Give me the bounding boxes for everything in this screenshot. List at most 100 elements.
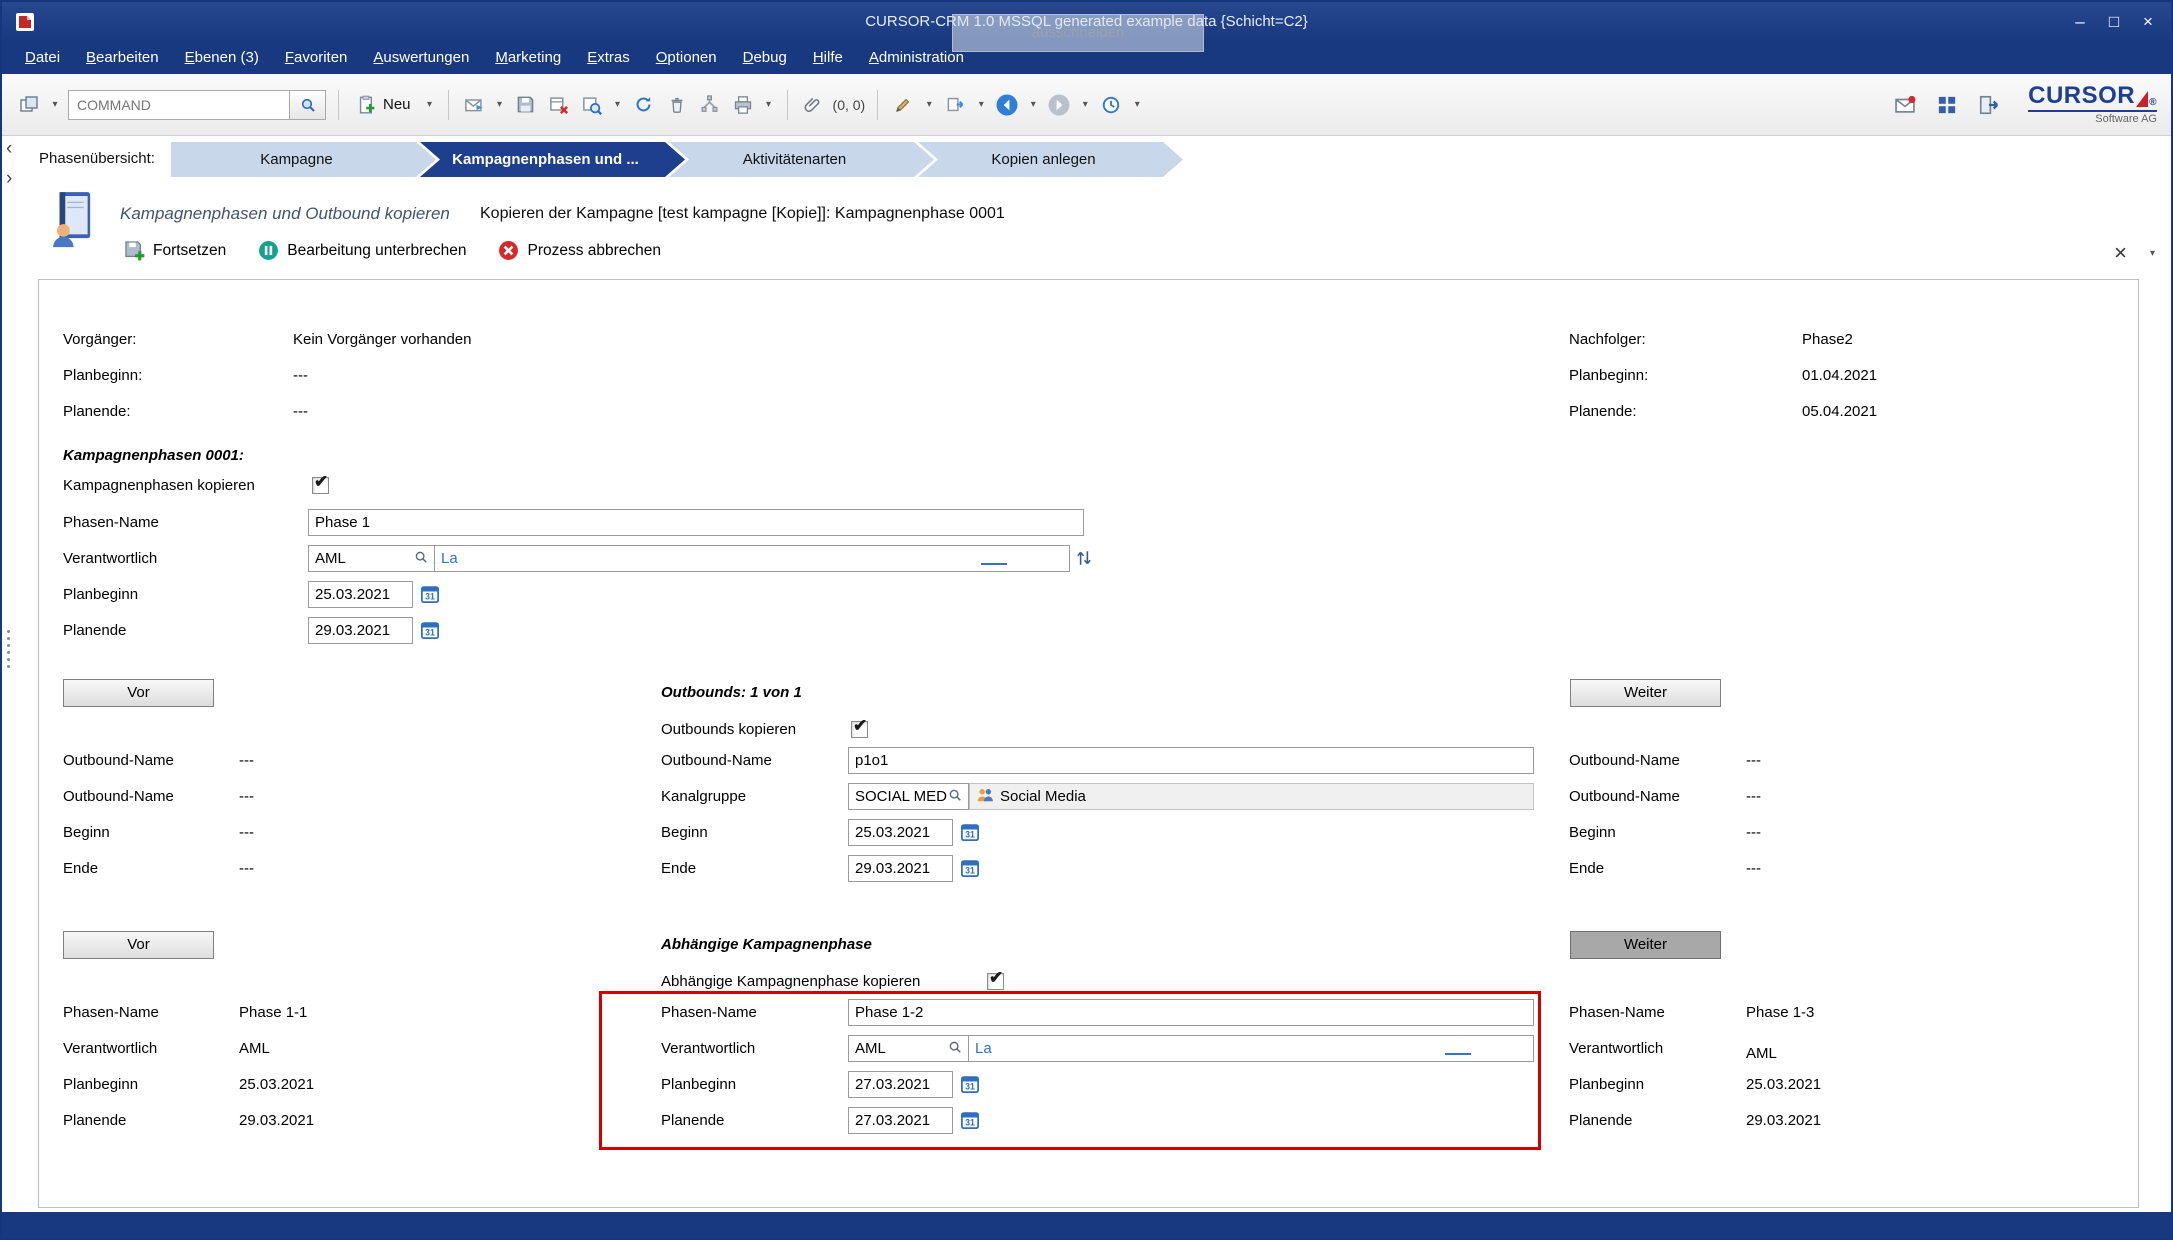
maximize-button[interactable]: □ <box>2097 2 2131 42</box>
outbound-right-value: --- <box>1746 819 1761 847</box>
apps-grid-icon[interactable] <box>1934 92 1960 118</box>
close-process-icon[interactable]: × <box>2114 240 2127 266</box>
export-caret-icon[interactable]: ▾ <box>975 99 987 110</box>
outbound-name-input[interactable]: p1o1 <box>848 747 1534 774</box>
command-search-button[interactable] <box>290 90 326 120</box>
back-caret-icon[interactable]: ▾ <box>1027 99 1039 110</box>
history-caret-icon[interactable]: ▾ <box>1131 99 1143 110</box>
window-switch-icon[interactable] <box>16 92 42 118</box>
command-input[interactable] <box>68 90 290 120</box>
expand-right-icon[interactable]: › <box>6 170 12 188</box>
process-title: Kampagnenphasen und Outbound kopieren <box>120 204 450 224</box>
calendar-icon[interactable]: 31 <box>420 584 440 604</box>
menu-auswertungen[interactable]: Auswertungen <box>360 42 482 74</box>
brand-name: CURSOR <box>2028 84 2135 108</box>
process-menu-caret-icon[interactable]: ▾ <box>2150 248 2155 259</box>
pen-icon[interactable] <box>890 92 916 118</box>
outbound-next-button[interactable]: Weiter <box>1570 679 1721 707</box>
workflow-icon[interactable] <box>697 92 723 118</box>
cancel-process-button[interactable]: Prozess abbrechen <box>498 240 661 261</box>
svg-text:31: 31 <box>965 1082 975 1092</box>
search-icon[interactable] <box>948 788 962 806</box>
menu-datei[interactable]: Datei <box>12 42 73 74</box>
menu-bearbeiten[interactable]: Bearbeiten <box>73 42 172 74</box>
dependent-name-input[interactable]: Phase 1-2 <box>848 999 1534 1026</box>
outbounds-copy-label: Outbounds kopieren <box>661 716 796 744</box>
search-records-icon[interactable] <box>579 92 605 118</box>
dependent-prev-button[interactable]: Vor <box>63 931 214 959</box>
continue-button[interactable]: Fortsetzen <box>124 240 226 261</box>
print-caret-icon[interactable]: ▾ <box>763 99 775 110</box>
calendar-icon[interactable]: 31 <box>420 620 440 640</box>
sort-toggle-icon[interactable] <box>1076 549 1092 567</box>
send-caret-icon[interactable]: ▾ <box>494 99 506 110</box>
print-icon[interactable] <box>730 92 756 118</box>
tab-kampagne[interactable]: Kampagne <box>171 142 436 177</box>
window-switch-caret-icon[interactable]: ▾ <box>49 99 61 110</box>
toolbar-separator <box>338 90 339 120</box>
search-records-caret-icon[interactable]: ▾ <box>612 99 624 110</box>
calendar-icon[interactable]: 31 <box>960 858 980 878</box>
tab-aktivitaetenarten[interactable]: Aktivitätenarten <box>669 142 934 177</box>
phase-end-input[interactable]: 29.03.2021 <box>308 617 413 644</box>
search-icon[interactable] <box>414 550 428 568</box>
menu-optionen[interactable]: Optionen <box>643 42 730 74</box>
calendar-icon[interactable]: 31 <box>960 822 980 842</box>
tab-kampagnenphasen[interactable]: Kampagnenphasen und ... <box>420 142 685 177</box>
notifications-icon[interactable] <box>1892 92 1918 118</box>
refresh-icon[interactable] <box>631 92 657 118</box>
calendar-icon[interactable]: 31 <box>960 1074 980 1094</box>
dependent-left-label: Verantwortlich <box>63 1035 157 1063</box>
save-icon[interactable] <box>513 92 539 118</box>
panel-drag-handle[interactable] <box>7 630 10 668</box>
forward-caret-icon[interactable]: ▾ <box>1079 99 1091 110</box>
pause-button[interactable]: Bearbeitung unterbrechen <box>258 240 466 261</box>
phase-name-input[interactable]: Phase 1 <box>308 509 1084 536</box>
outbound-left-value: --- <box>239 819 254 847</box>
outbounds-copy-checkbox[interactable] <box>851 721 868 738</box>
menu-extras[interactable]: Extras <box>574 42 643 74</box>
new-caret-icon[interactable]: ▾ <box>424 99 436 110</box>
dependent-left-value: 25.03.2021 <box>239 1071 314 1099</box>
channel-group-input[interactable]: SOCIAL MED <box>848 783 969 810</box>
dependent-begin-input[interactable]: 27.03.2021 <box>848 1071 953 1098</box>
calendar-icon[interactable]: 31 <box>960 1110 980 1130</box>
menu-ebenen[interactable]: Ebenen (3) <box>172 42 272 74</box>
dependent-copy-checkbox[interactable] <box>987 973 1004 990</box>
paperclip-icon[interactable] <box>800 92 826 118</box>
export-icon[interactable] <box>942 92 968 118</box>
logout-icon[interactable] <box>1976 92 2002 118</box>
outbound-prev-button[interactable]: Vor <box>63 679 214 707</box>
send-icon[interactable] <box>461 92 487 118</box>
outbound-end-input[interactable]: 29.03.2021 <box>848 855 953 882</box>
new-button[interactable]: Neu <box>351 92 417 117</box>
phase-begin-input[interactable]: 25.03.2021 <box>308 581 413 608</box>
outbound-begin-input[interactable]: 25.03.2021 <box>848 819 953 846</box>
trash-icon[interactable] <box>664 92 690 118</box>
outbound-end-label: Ende <box>661 855 696 883</box>
phase-resp-lookup-field[interactable]: La <box>434 545 1070 572</box>
dependent-end-input[interactable]: 27.03.2021 <box>848 1107 953 1134</box>
back-icon[interactable] <box>994 92 1020 118</box>
phase-resp-input[interactable]: AML <box>308 545 435 572</box>
phase-copy-checkbox[interactable] <box>312 477 329 494</box>
menu-marketing[interactable]: Marketing <box>482 42 574 74</box>
dependent-resp-lookup-field[interactable]: La <box>968 1035 1534 1062</box>
close-button[interactable]: × <box>2131 2 2165 42</box>
pen-caret-icon[interactable]: ▾ <box>923 99 935 110</box>
statusbar <box>2 1212 2171 1238</box>
menu-hilfe[interactable]: Hilfe <box>800 42 856 74</box>
search-icon[interactable] <box>948 1040 962 1058</box>
svg-text:31: 31 <box>965 830 975 840</box>
menu-debug[interactable]: Debug <box>730 42 800 74</box>
collapse-left-icon[interactable]: ‹ <box>6 140 12 158</box>
delete-record-icon[interactable] <box>546 92 572 118</box>
forward-icon[interactable] <box>1046 92 1072 118</box>
menu-favoriten[interactable]: Favoriten <box>272 42 361 74</box>
dependent-resp-input[interactable]: AML <box>848 1035 969 1062</box>
dependent-right-value: Phase 1-3 <box>1746 999 1814 1027</box>
history-icon[interactable] <box>1098 92 1124 118</box>
minimize-button[interactable]: – <box>2063 2 2097 42</box>
dependent-next-button[interactable]: Weiter <box>1570 931 1721 959</box>
tab-kopien-anlegen[interactable]: Kopien anlegen <box>918 142 1183 177</box>
